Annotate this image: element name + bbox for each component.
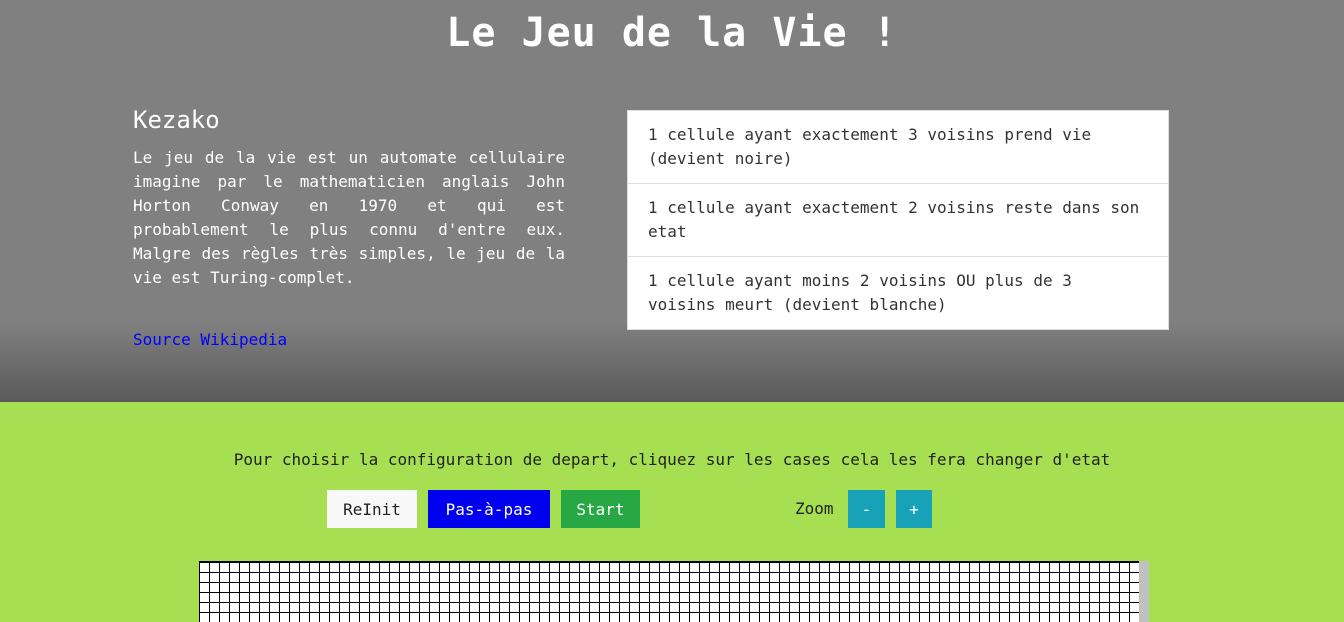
source-wikipedia-link[interactable]: Source Wikipedia — [133, 330, 287, 349]
rule-item-death: 1 cellule ayant moins 2 voisins OU plus … — [648, 271, 1072, 314]
rule-item-survive: 1 cellule ayant exactement 2 voisins res… — [628, 184, 1168, 257]
description-text: Le jeu de la vie est un automate cellula… — [133, 148, 565, 287]
start-button[interactable]: Start — [561, 490, 640, 528]
page-title: Le Jeu de la Vie ! — [446, 10, 898, 56]
zoom-label: Zoom — [795, 499, 834, 518]
instructions-text: Pour choisir la configuration de depart,… — [233, 450, 1111, 469]
kezako-heading: Kezako — [133, 106, 220, 134]
zoom-out-button[interactable]: - — [848, 490, 885, 528]
rule-item-birth: 1 cellule ayant exactement 3 voisins pre… — [628, 111, 1168, 184]
game-grid[interactable] — [199, 561, 1139, 622]
reinit-button[interactable]: ReInit — [327, 490, 417, 528]
zoom-in-button[interactable]: + — [896, 490, 932, 528]
game-section: Pour choisir la configuration de depart,… — [0, 402, 1344, 622]
step-button[interactable]: Pas-à-pas — [428, 490, 550, 528]
grid-scrollbar[interactable] — [1139, 561, 1149, 622]
rules-list: 1 cellule ayant exactement 3 voisins pre… — [627, 110, 1169, 330]
game-grid-container — [199, 561, 1149, 622]
header-section: Le Jeu de la Vie ! Kezako Le jeu de la v… — [0, 0, 1344, 402]
